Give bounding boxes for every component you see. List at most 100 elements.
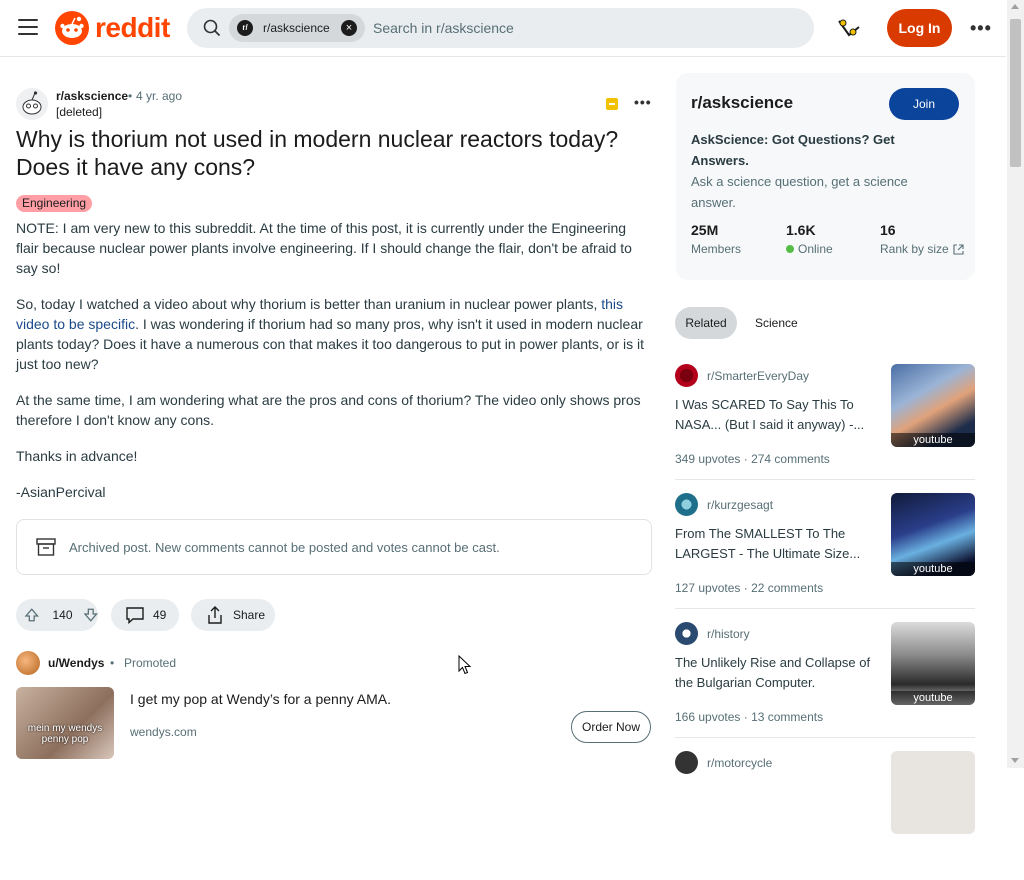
related-subreddit-avatar[interactable] xyxy=(675,622,698,645)
search-input[interactable]: Search in r/askscience xyxy=(373,20,514,36)
comment-icon xyxy=(126,607,144,624)
order-now-button[interactable]: Order Now xyxy=(571,711,651,743)
post: r/askscience • 4 yr. ago [deleted] ••• W… xyxy=(16,86,652,761)
share-button[interactable]: Share xyxy=(191,599,275,631)
post-subreddit-link[interactable]: r/askscience xyxy=(56,89,128,103)
related-upvotes: 127 upvotes xyxy=(675,581,741,595)
mouse-cursor-icon xyxy=(458,655,472,675)
subreddit-avatar[interactable] xyxy=(16,88,48,120)
related-title[interactable]: I Was SCARED To Say This To NASA... (But… xyxy=(675,395,885,435)
divider xyxy=(675,479,975,480)
post-timestamp: 4 yr. ago xyxy=(136,89,183,103)
post-paragraph: At the same time, I am wondering what ar… xyxy=(16,392,641,428)
meta-separator: • xyxy=(110,656,115,670)
related-subreddit[interactable]: r/history xyxy=(707,627,750,641)
archived-notice: Archived post. New comments cannot be po… xyxy=(16,519,652,575)
scrollbar-thumb[interactable] xyxy=(1010,19,1021,167)
promoted-post[interactable]: u/Wendys • Promoted mein my wendys penny… xyxy=(16,651,652,761)
scroll-down-icon[interactable] xyxy=(1011,758,1019,763)
advertiser-name[interactable]: u/Wendys xyxy=(48,656,104,670)
stats-separator: · xyxy=(743,710,748,724)
related-subreddit-avatar[interactable] xyxy=(675,364,698,387)
meta-separator: • xyxy=(128,89,133,103)
rank-label-row[interactable]: Rank by size xyxy=(880,242,964,256)
related-subreddit[interactable]: r/SmarterEveryDay xyxy=(707,369,809,383)
community-name[interactable]: r/askscience xyxy=(691,93,793,113)
related-comments: 22 comments xyxy=(751,581,824,595)
subreddit-chip-icon: r/ xyxy=(237,20,253,36)
members-stat: 25M Members xyxy=(691,222,741,256)
related-thumbnail[interactable]: youtube xyxy=(891,493,975,576)
related-post[interactable]: r/kurzgesagt From The SMALLEST To The LA… xyxy=(675,493,975,622)
related-thumbnail[interactable] xyxy=(891,751,975,834)
get-app-icon[interactable] xyxy=(835,15,863,41)
related-posts: r/SmarterEveryDay I Was SCARED To Say Th… xyxy=(675,364,975,880)
logo-wordmark: reddit xyxy=(95,12,170,43)
archive-box-icon xyxy=(36,538,56,556)
post-paragraph: -AsianPercival xyxy=(16,484,106,500)
related-comments: 274 comments xyxy=(751,452,830,466)
tab-science[interactable]: Science xyxy=(755,307,798,339)
related-subreddit-avatar[interactable] xyxy=(675,751,698,774)
related-thumbnail[interactable]: youtube xyxy=(891,622,975,705)
ad-thumbnail-caption: mein my wendys penny pop xyxy=(27,723,103,745)
reddit-logo[interactable]: reddit xyxy=(55,11,170,45)
related-stats: 349 upvotes · 274 comments xyxy=(675,452,830,466)
post-title: Why is thorium not used in modern nuclea… xyxy=(16,126,619,180)
community-title: AskScience: Got Questions? Get Answers. xyxy=(691,132,895,168)
related-stats: 166 upvotes · 13 comments xyxy=(675,710,823,724)
login-button[interactable]: Log In xyxy=(887,9,952,47)
post-more-icon[interactable]: ••• xyxy=(634,94,652,110)
comments-button[interactable]: 49 xyxy=(111,599,179,631)
search-icon xyxy=(203,19,221,37)
related-stats: 127 upvotes · 22 comments xyxy=(675,581,823,595)
post-paragraph: So, today I watched a video about why th… xyxy=(16,294,652,374)
top-navigation-bar: reddit r/ r/askscience × Search in r/ask… xyxy=(0,0,1006,57)
related-thumbnail[interactable]: youtube xyxy=(891,364,975,447)
related-post[interactable]: r/SmarterEveryDay I Was SCARED To Say Th… xyxy=(675,364,975,493)
members-value: 25M xyxy=(691,222,719,238)
post-author: [deleted] xyxy=(56,105,103,119)
downvote-icon[interactable] xyxy=(83,607,98,623)
online-label-row: Online xyxy=(786,242,833,256)
ad-domain[interactable]: wendys.com xyxy=(130,725,197,739)
rank-value: 16 xyxy=(880,222,896,238)
remove-chip-icon[interactable]: × xyxy=(341,20,357,36)
paragraph-text: So, today I watched a video about why th… xyxy=(16,296,602,312)
vote-buttons: 140 xyxy=(16,599,98,631)
page-scrollbar[interactable] xyxy=(1007,0,1024,768)
external-link-icon xyxy=(953,243,964,255)
upvote-icon[interactable] xyxy=(24,607,39,623)
members-label: Members xyxy=(691,242,742,256)
post-body: NOTE: I am very new to this subreddit. A… xyxy=(16,218,652,502)
comment-count: 49 xyxy=(153,608,167,622)
post-meta: r/askscience • 4 yr. ago [deleted] ••• xyxy=(16,86,652,120)
stats-separator: · xyxy=(743,581,748,595)
ad-headline[interactable]: I get my pop at Wendy’s for a penny AMA. xyxy=(130,691,391,707)
search-bar[interactable]: r/ r/askscience × Search in r/askscience xyxy=(187,8,814,48)
post-flair[interactable]: Engineering xyxy=(16,195,93,212)
post-paragraph: Thanks in advance! xyxy=(16,448,138,464)
related-upvotes: 349 upvotes xyxy=(675,452,741,466)
related-title[interactable]: The Unlikely Rise and Collapse of the Bu… xyxy=(675,653,885,693)
divider xyxy=(675,608,975,609)
rank-stat: 16 Rank by size xyxy=(880,222,964,256)
advertiser-avatar[interactable] xyxy=(16,651,40,675)
rank-label: Rank by size xyxy=(880,242,949,256)
header-more-icon[interactable]: ••• xyxy=(970,18,992,39)
askscience-snoo-icon xyxy=(16,88,48,120)
related-subreddit[interactable]: r/kurzgesagt xyxy=(707,498,773,512)
related-title[interactable]: From The SMALLEST To The LARGEST - The U… xyxy=(675,524,885,564)
join-button[interactable]: Join xyxy=(889,88,959,120)
related-subreddit-avatar[interactable] xyxy=(675,493,698,516)
scroll-up-icon[interactable] xyxy=(1011,4,1019,9)
snoo-logo-icon xyxy=(55,11,89,45)
ad-thumbnail[interactable]: mein my wendys penny pop xyxy=(16,687,114,759)
online-label: Online xyxy=(798,242,833,256)
tab-related[interactable]: Related xyxy=(675,307,737,339)
related-post[interactable]: r/motorcycle xyxy=(675,751,975,880)
menu-icon[interactable] xyxy=(18,19,38,35)
online-dot-icon xyxy=(786,245,794,253)
related-post[interactable]: r/history The Unlikely Rise and Collapse… xyxy=(675,622,975,751)
related-upvotes: 166 upvotes xyxy=(675,710,741,724)
